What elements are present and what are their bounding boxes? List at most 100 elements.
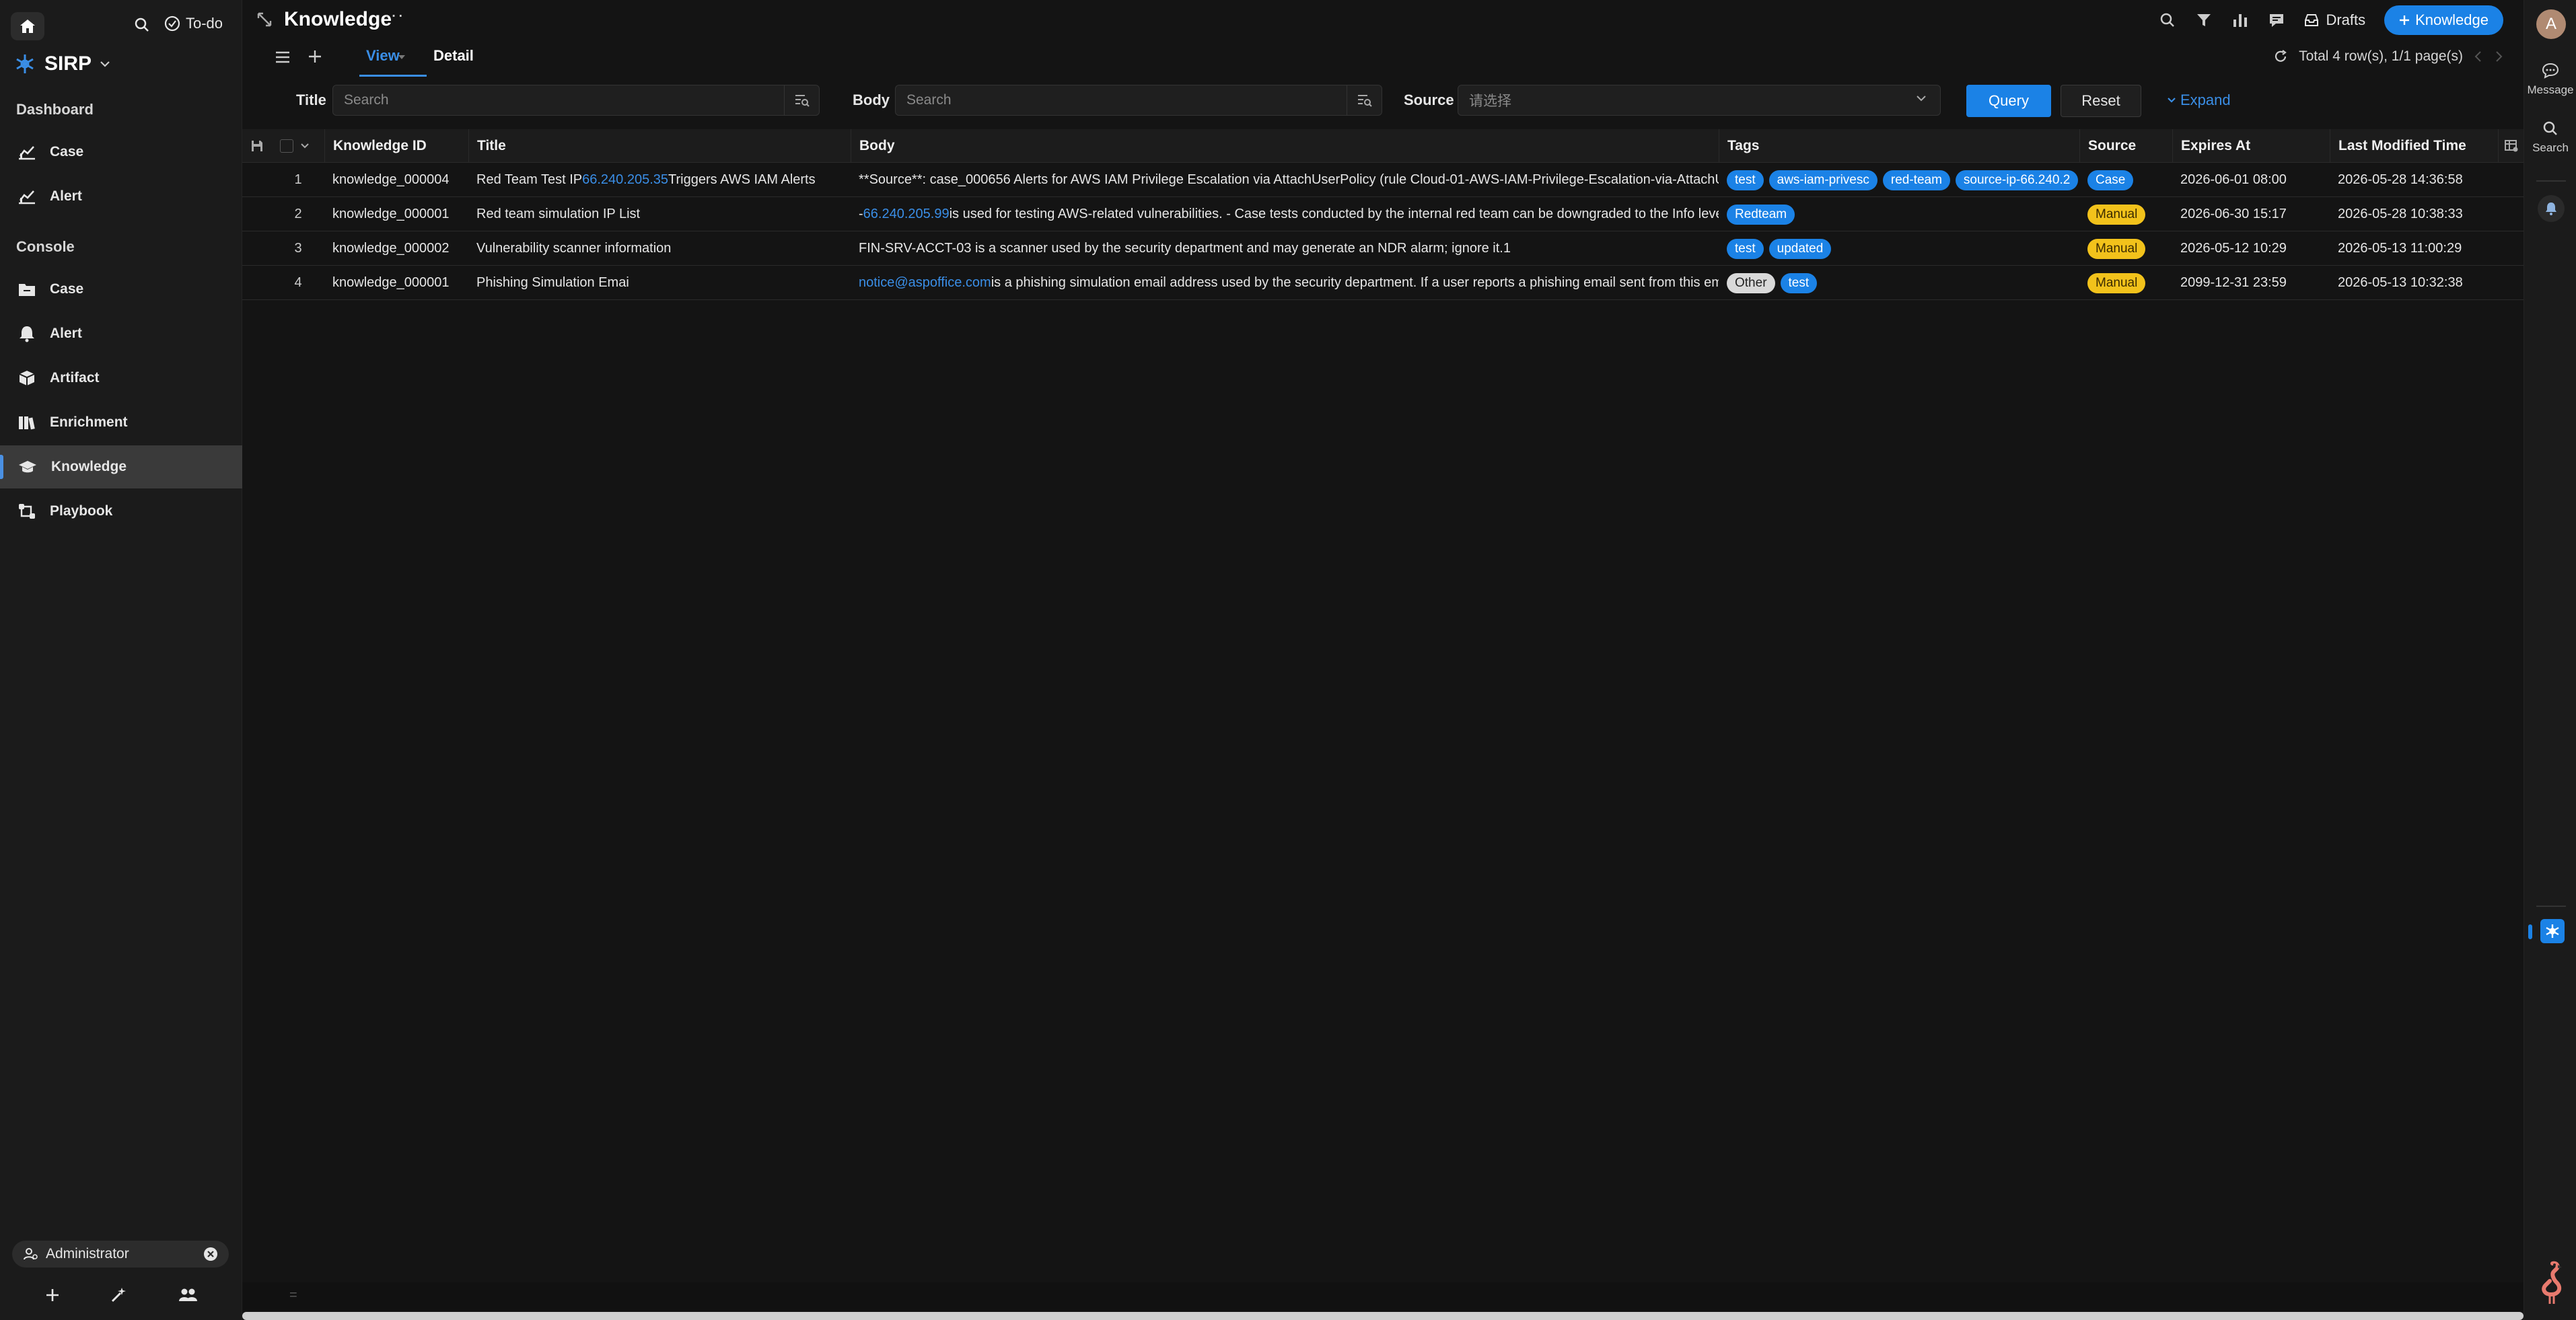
tag-badge[interactable]: updated xyxy=(1768,238,1832,259)
tag-badge[interactable]: red-team xyxy=(1882,170,1950,190)
cell-body[interactable]: FIN-SRV-ACCT-03 is a scanner used by the… xyxy=(851,231,1719,266)
title-search-input[interactable]: Search xyxy=(332,85,820,116)
table-row[interactable]: 3 knowledge_000002 Vulnerability scanner i… xyxy=(242,231,2524,266)
close-circle-icon[interactable] xyxy=(203,1247,218,1261)
list-icon[interactable] xyxy=(275,50,291,65)
flamingo-mascot-icon[interactable] xyxy=(2534,1259,2566,1307)
save-view-cell[interactable] xyxy=(242,129,272,163)
rail-notification-button[interactable] xyxy=(2538,195,2565,222)
expand-filters-button[interactable]: Expand xyxy=(2167,91,2231,109)
sidebar-search-button[interactable] xyxy=(133,16,151,37)
caret-down-icon[interactable] xyxy=(397,54,406,61)
table-row[interactable]: 1 knowledge_000004 Red Team Test IP 66.240… xyxy=(242,163,2524,197)
chevron-right-icon[interactable] xyxy=(2494,50,2503,63)
rail-search-button[interactable]: Search xyxy=(2524,120,2576,155)
cell-body[interactable]: **Source**: case_000656 Alerts for AWS I… xyxy=(851,163,1719,197)
cell-last-modified: 2026-05-28 10:38:33 xyxy=(2330,197,2498,231)
cell-tags[interactable]: test updated xyxy=(1719,231,2079,266)
tag-badge[interactable]: test xyxy=(1727,170,1764,190)
nav-console-enrichment[interactable]: Enrichment xyxy=(0,401,242,444)
row-number: 2 xyxy=(272,197,324,231)
tab-view[interactable]: View xyxy=(359,47,427,77)
add-tab-icon[interactable] xyxy=(307,48,323,65)
cell-knowledge-id[interactable]: knowledge_000001 xyxy=(324,266,468,300)
nav-console-alert[interactable]: Alert xyxy=(0,312,242,355)
body-link[interactable]: 66.240.205.99 xyxy=(863,207,950,222)
body-advanced-search-button[interactable] xyxy=(1347,85,1382,115)
cell-title[interactable]: Phishing Simulation Emai xyxy=(468,266,851,300)
rail-message-button[interactable]: Message xyxy=(2524,62,2576,97)
plus-icon[interactable] xyxy=(44,1287,61,1303)
cell-tags[interactable]: test aws-iam-privesc red-team source-ip-66.… xyxy=(1719,163,2079,197)
filter-icon[interactable] xyxy=(2195,11,2213,29)
source-select[interactable]: 请选择 xyxy=(1458,85,1941,116)
query-button[interactable]: Query xyxy=(1966,85,2051,117)
comment-icon[interactable] xyxy=(2268,11,2285,29)
column-header-tags[interactable]: Tags xyxy=(1719,129,2079,163)
tag-badge[interactable]: test xyxy=(1727,238,1764,259)
column-header-last-modified[interactable]: Last Modified Time xyxy=(2330,129,2498,163)
bar-chart-icon[interactable] xyxy=(2231,11,2249,29)
refresh-icon[interactable] xyxy=(2273,49,2288,64)
todo-button[interactable]: To-do xyxy=(164,15,223,32)
nav-dashboard-case[interactable]: Case xyxy=(0,131,242,174)
cell-body[interactable]: - 66.240.205.99 is used for testing AWS-… xyxy=(851,197,1719,231)
tag-badge[interactable]: aws-iam-privesc xyxy=(1768,170,1877,190)
cell-knowledge-id[interactable]: knowledge_000004 xyxy=(324,163,468,197)
table-row[interactable]: 2 knowledge_000001 Red team simulation IP … xyxy=(242,197,2524,231)
column-header-expires-at[interactable]: Expires At xyxy=(2172,129,2330,163)
table-footer: = xyxy=(242,1282,2524,1311)
chevron-down-icon[interactable] xyxy=(300,143,310,149)
cell-knowledge-id[interactable]: knowledge_000001 xyxy=(324,197,468,231)
cell-knowledge-id[interactable]: knowledge_000002 xyxy=(324,231,468,266)
search-icon[interactable] xyxy=(2159,11,2176,29)
magic-wand-icon[interactable] xyxy=(110,1286,129,1304)
tab-detail[interactable]: Detail xyxy=(433,47,474,77)
horizontal-scrollbar[interactable] xyxy=(242,1312,2524,1320)
nav-console-case[interactable]: Case xyxy=(0,268,242,311)
cell-tags[interactable]: Other test xyxy=(1719,266,2079,300)
column-header-knowledge-id[interactable]: Knowledge ID xyxy=(324,129,468,163)
row-spacer xyxy=(242,197,272,231)
nav-console-knowledge[interactable]: Knowledge xyxy=(0,445,242,488)
body-link[interactable]: notice@aspoffice.com xyxy=(859,275,991,291)
title-advanced-search-button[interactable] xyxy=(784,85,819,115)
role-chip[interactable]: Administrator xyxy=(12,1241,229,1268)
more-options-button[interactable]: ··· xyxy=(384,4,404,26)
cell-title[interactable]: Red team simulation IP List xyxy=(468,197,851,231)
column-header-source[interactable]: Source xyxy=(2079,129,2172,163)
column-header-title[interactable]: Title xyxy=(468,129,851,163)
cell-title[interactable]: Vulnerability scanner information xyxy=(468,231,851,266)
nav-label: Artifact xyxy=(50,370,100,386)
collapse-arrows-icon[interactable] xyxy=(256,11,273,28)
resize-handle-icon[interactable]: = xyxy=(289,1288,297,1303)
list-search-icon xyxy=(795,95,810,107)
table-row[interactable]: 4 knowledge_000001 Phishing Simulation Ema… xyxy=(242,266,2524,300)
tag-badge[interactable]: source-ip-66.240.2 xyxy=(1955,170,2079,190)
home-button[interactable] xyxy=(11,12,44,40)
select-all-checkbox[interactable] xyxy=(280,139,293,153)
cell-title[interactable]: Red Team Test IP 66.240.205.35 Triggers … xyxy=(468,163,851,197)
tag-badge[interactable]: test xyxy=(1780,272,1818,293)
body-search-input[interactable]: Search xyxy=(895,85,1382,116)
cell-body[interactable]: notice@aspoffice.com is a phishing simul… xyxy=(851,266,1719,300)
select-all-cell[interactable] xyxy=(272,129,316,163)
books-icon xyxy=(19,416,35,430)
users-icon[interactable] xyxy=(178,1287,198,1303)
drafts-button[interactable]: Drafts xyxy=(2304,11,2365,29)
tag-badge[interactable]: Other xyxy=(1727,272,1775,293)
nav-console-playbook[interactable]: Playbook xyxy=(0,490,242,533)
chevron-left-icon[interactable] xyxy=(2474,50,2483,63)
nav-dashboard-alert[interactable]: Alert xyxy=(0,175,242,218)
cell-last-modified: 2026-05-28 14:36:58 xyxy=(2330,163,2498,197)
column-settings-cell[interactable] xyxy=(2498,129,2524,163)
title-ip-link[interactable]: 66.240.205.35 xyxy=(582,172,668,188)
cell-tags[interactable]: Redteam xyxy=(1719,197,2079,231)
new-knowledge-button[interactable]: Knowledge xyxy=(2384,5,2503,35)
nav-console-artifact[interactable]: Artifact xyxy=(0,357,242,400)
avatar[interactable]: A xyxy=(2536,9,2566,39)
reset-button[interactable]: Reset xyxy=(2061,85,2141,117)
brand-switcher[interactable]: SIRP xyxy=(13,52,110,75)
tag-badge[interactable]: Redteam xyxy=(1727,204,1795,225)
rail-app-button[interactable] xyxy=(2540,919,2565,943)
